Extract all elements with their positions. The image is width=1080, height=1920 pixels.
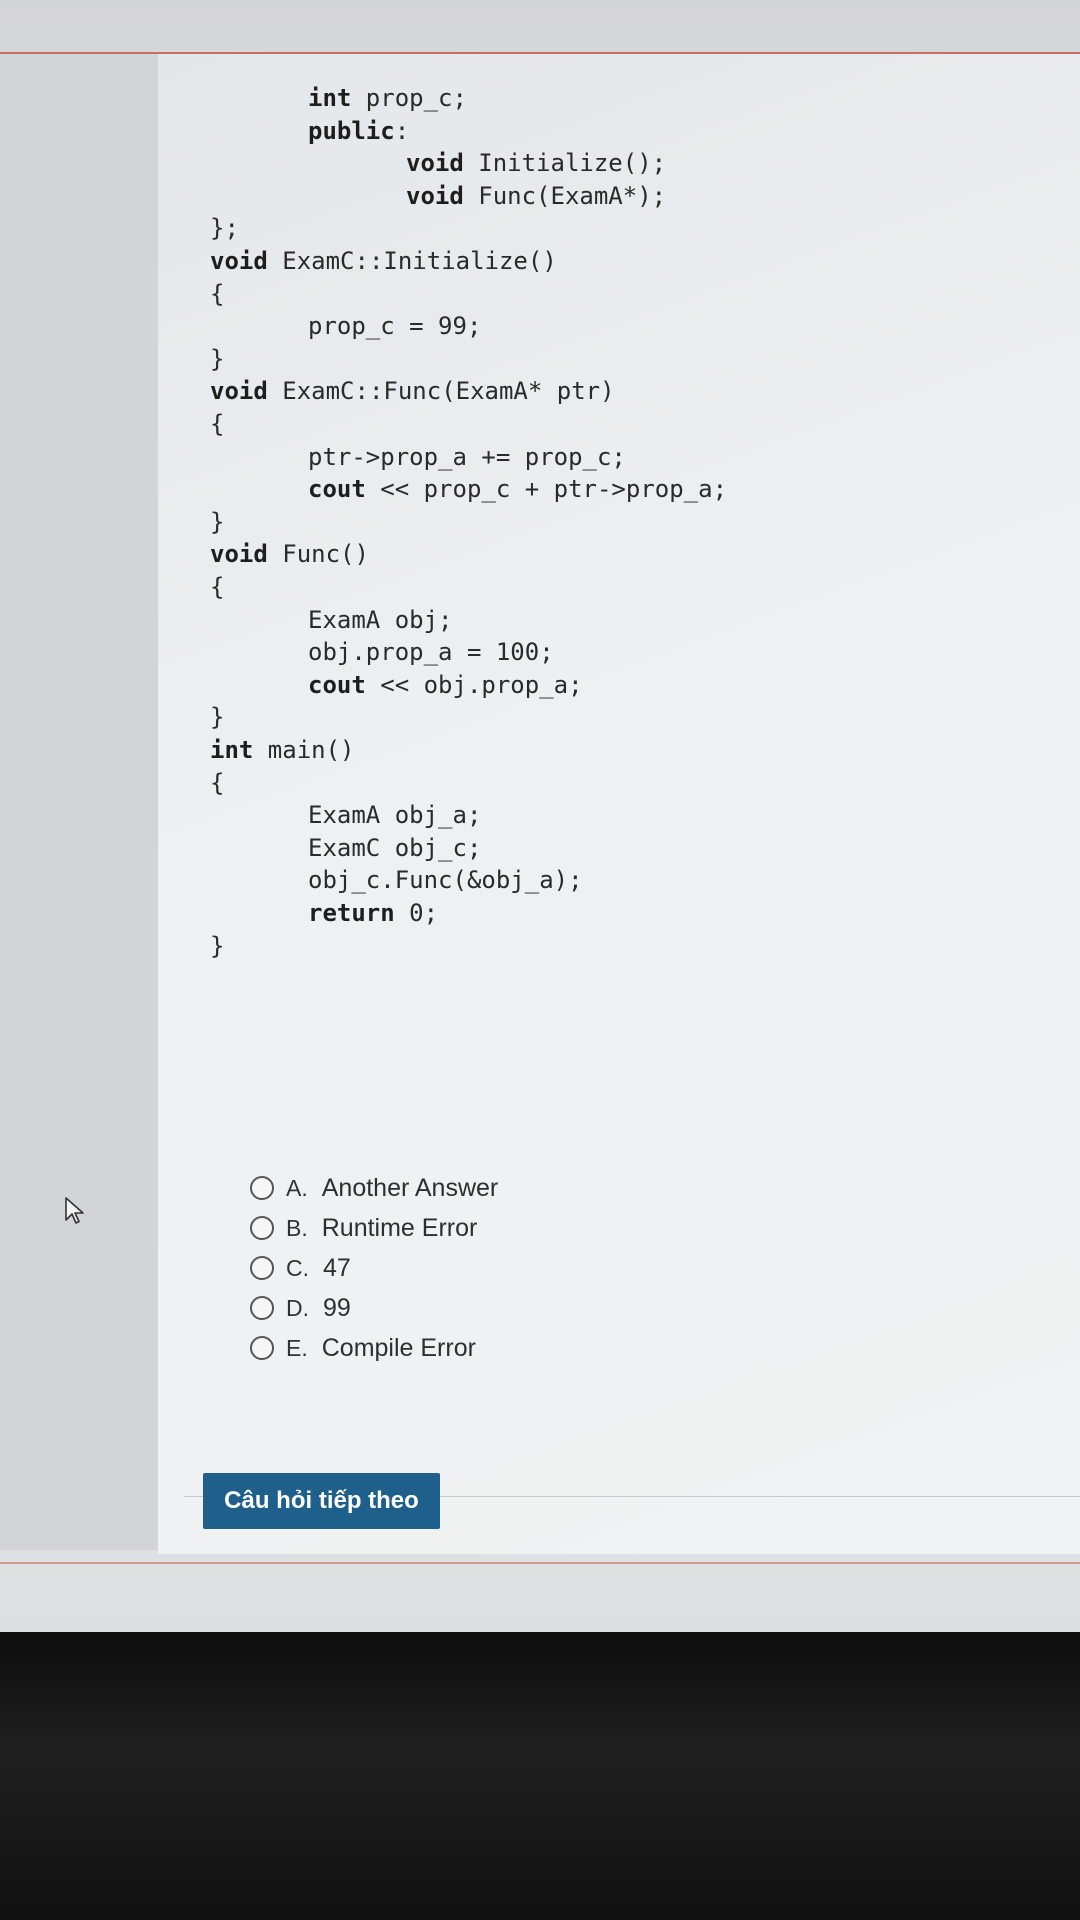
radio-button[interactable]: [250, 1216, 274, 1240]
answer-option[interactable]: D. 99: [250, 1288, 351, 1328]
code-text: ptr->prop_a += prop_c;: [308, 442, 626, 471]
code-keyword: void: [406, 181, 464, 210]
left-margin: [0, 54, 158, 1550]
radio-button[interactable]: [250, 1176, 274, 1200]
code-text: 0;: [394, 899, 439, 927]
code-line: void ExamC::Initialize(): [210, 247, 557, 275]
code-text: ExamA obj;: [308, 605, 453, 634]
code-keyword: return: [308, 899, 395, 927]
option-letter: A.: [286, 1174, 308, 1201]
code-line: void Func(ExamA*);: [406, 182, 666, 210]
code-text: {: [210, 279, 225, 308]
code-line: cout << prop_c + ptr->prop_a;: [308, 475, 727, 503]
bottom-divider: [0, 1562, 1080, 1564]
code-line: void Func(): [210, 540, 369, 568]
code-keyword: void: [210, 377, 268, 406]
answer-option[interactable]: B. Runtime Error: [250, 1208, 477, 1248]
answer-option[interactable]: A. Another Answer: [250, 1168, 498, 1208]
option-text: Compile Error: [321, 1333, 476, 1362]
code-line: ExamC obj_c;: [308, 834, 481, 862]
option-text: Runtime Error: [321, 1213, 478, 1242]
code-line: }: [210, 508, 224, 536]
code-line: }: [210, 703, 224, 731]
code-line: }: [210, 345, 224, 373]
code-line: return 0;: [308, 899, 438, 927]
option-text: 47: [323, 1253, 351, 1282]
radio-button[interactable]: [250, 1336, 274, 1360]
code-line: int main(): [210, 736, 355, 764]
code-line: public:: [308, 117, 409, 145]
code-keyword: cout: [308, 475, 366, 504]
code-line: ExamA obj;: [308, 606, 453, 634]
option-letter: C.: [286, 1254, 309, 1281]
screen: int prop_c; public: void Initialize(); void…: [0, 0, 1080, 1640]
code-keyword: void: [210, 247, 268, 275]
code-keyword: public: [308, 116, 395, 145]
code-line: ExamA obj_a;: [308, 801, 481, 829]
code-text: prop_c;: [351, 84, 467, 112]
mouse-pointer-icon: [64, 1196, 86, 1231]
code-text: }: [210, 703, 225, 732]
code-text: main(): [253, 736, 355, 764]
code-text: ExamC::Func(ExamA* ptr): [267, 377, 615, 406]
code-text: << prop_c + ptr->prop_a;: [365, 475, 728, 504]
code-text: };: [210, 214, 239, 243]
code-line: obj.prop_a = 100;: [308, 638, 554, 666]
code-text: }: [210, 507, 225, 536]
code-line: {: [210, 280, 224, 308]
code-line: obj_c.Func(&obj_a);: [308, 866, 583, 894]
code-line: {: [210, 769, 224, 797]
radio-button[interactable]: [250, 1296, 274, 1320]
code-line: void Initialize();: [406, 149, 666, 177]
code-text: }: [210, 344, 225, 373]
monitor-bezel: [0, 1632, 1080, 1920]
code-text: prop_c = 99;: [308, 312, 482, 341]
code-line: ptr->prop_a += prop_c;: [308, 443, 626, 471]
code-keyword: int: [210, 736, 254, 764]
code-line: };: [210, 214, 239, 242]
code-text: Func(ExamA*);: [463, 181, 667, 210]
answer-option[interactable]: E. Compile Error: [250, 1328, 476, 1368]
code-keyword: int: [308, 84, 352, 112]
code-text: obj.prop_a = 100;: [308, 638, 554, 667]
code-line: void ExamC::Func(ExamA* ptr): [210, 377, 615, 405]
option-text: 99: [323, 1293, 351, 1322]
option-text: Another Answer: [321, 1173, 499, 1202]
option-letter: D.: [286, 1294, 309, 1321]
code-keyword: cout: [308, 670, 366, 699]
code-text: :: [394, 116, 410, 145]
code-text: {: [210, 768, 225, 797]
code-text: ExamC obj_c;: [308, 833, 482, 862]
code-text: << obj.prop_a;: [365, 670, 583, 699]
code-line: int prop_c;: [308, 84, 467, 112]
code-text: Initialize();: [463, 149, 667, 178]
code-line: prop_c = 99;: [308, 312, 481, 340]
code-text: ExamA obj_a;: [308, 801, 482, 830]
code-text: {: [210, 410, 225, 438]
next-question-button[interactable]: Câu hỏi tiếp theo: [203, 1473, 440, 1529]
code-line: {: [210, 573, 224, 601]
code-text: }: [210, 931, 225, 960]
code-text: ExamC::Initialize(): [267, 247, 557, 275]
code-text: Func(): [267, 540, 369, 569]
answer-option[interactable]: C. 47: [250, 1248, 351, 1288]
code-line: {: [210, 410, 224, 438]
code-text: obj_c.Func(&obj_a);: [308, 866, 583, 895]
code-line: }: [210, 932, 224, 960]
code-keyword: void: [210, 540, 268, 569]
code-text: {: [210, 573, 225, 601]
radio-button[interactable]: [250, 1256, 274, 1280]
option-letter: E.: [286, 1334, 308, 1361]
code-line: cout << obj.prop_a;: [308, 671, 583, 699]
code-keyword: void: [406, 149, 464, 178]
option-letter: B.: [286, 1214, 308, 1241]
